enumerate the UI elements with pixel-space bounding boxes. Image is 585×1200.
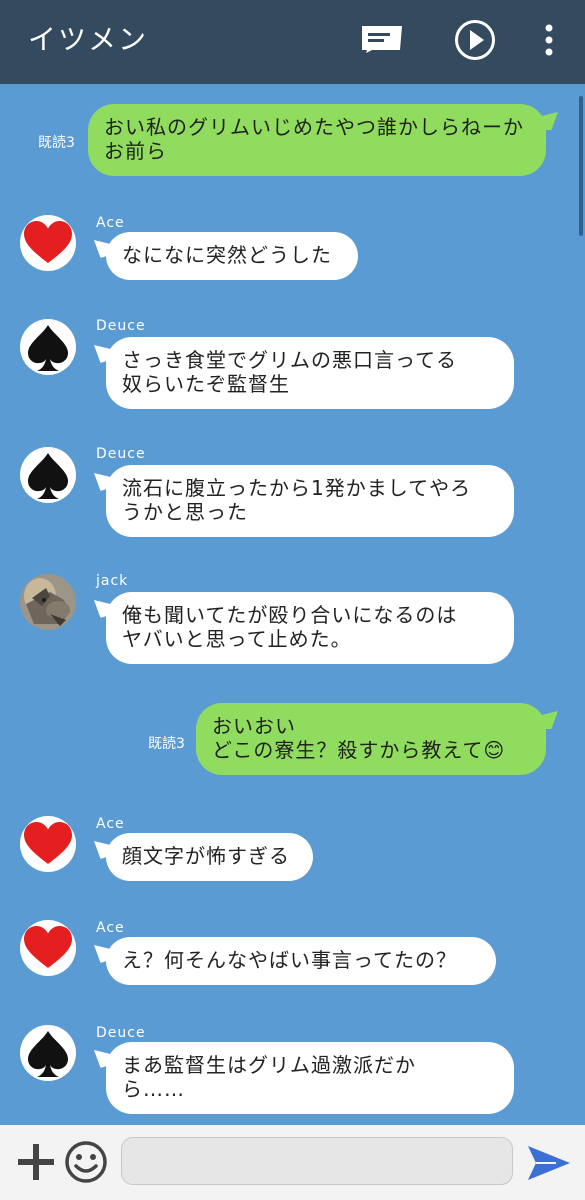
message-bubble[interactable]: 顔文字が怖すぎる [106,833,313,881]
spade-icon [28,453,68,499]
heart-icon [24,822,72,864]
message-row-outgoing: 既読3 おいおい どこの寮生？殺すから教えて😊 [0,703,585,783]
ace-avatar[interactable] [20,215,76,271]
sender-name: Deuce [96,1025,146,1041]
send-icon[interactable] [526,1143,572,1187]
message-bubble[interactable]: 流石に腹立ったから1発かましてやろ うかと思った [106,465,514,537]
play-icon[interactable] [453,18,497,66]
message-bubble[interactable]: え？何そんなやばい事言ってたの？ [106,937,496,985]
message-bubble[interactable]: まあ監督生はグリム過激派だか ら…… [106,1042,514,1114]
message-composer [0,1125,585,1200]
message-row-incoming: jack 俺も聞いてたが殴り合いになるのは ヤバいと思って止めた。 [0,573,585,674]
smiley-icon[interactable] [64,1140,108,1188]
chat-header: イツメン [0,0,585,84]
message-row-incoming: Deuce 流石に腹立ったから1発かましてやろ うかと思った [0,446,585,547]
deuce-avatar[interactable] [20,1025,76,1081]
message-bubble[interactable]: おいおい どこの寮生？殺すから教えて😊 [196,703,546,775]
spade-icon [28,325,68,371]
chat-title: イツメン [28,23,149,56]
wolf-photo [20,574,76,630]
message-bubble[interactable]: おい私のグリムいじめたやつ誰かしらねーか お前ら [88,104,546,176]
sender-name: Ace [96,215,125,231]
more-vert-icon[interactable] [543,24,555,60]
sender-name: Ace [96,920,125,936]
read-receipt: 既読3 [148,736,185,752]
sender-name: Deuce [96,318,146,334]
message-list[interactable]: 既読3 おい私のグリムいじめたやつ誰かしらねーか お前ら Ace なになに突然ど… [0,84,585,1125]
heart-icon [24,926,72,968]
deuce-avatar[interactable] [20,447,76,503]
message-bubble[interactable]: なになに突然どうした [106,232,358,280]
message-row-outgoing: 既読3 おい私のグリムいじめたやつ誰かしらねーか お前ら [0,104,585,179]
message-row-incoming: Ace なになに突然どうした [0,209,585,289]
jack-avatar[interactable] [20,574,76,630]
sender-name: jack [96,573,129,589]
deuce-avatar[interactable] [20,319,76,375]
sender-name: Deuce [96,446,146,462]
message-bubble[interactable]: さっき食堂でグリムの悪口言ってる 奴らいたぞ監督生 [106,337,514,409]
message-input[interactable] [121,1137,513,1185]
note-icon[interactable] [360,22,404,58]
sender-name: Ace [96,816,125,832]
message-bubble[interactable]: 俺も聞いてたが殴り合いになるのは ヤバいと思って止めた。 [106,592,514,664]
ace-avatar[interactable] [20,920,76,976]
message-row-incoming: Deuce さっき食堂でグリムの悪口言ってる 奴らいたぞ監督生 [0,318,585,419]
read-receipt: 既読3 [38,135,75,151]
plus-icon[interactable] [16,1142,56,1186]
ace-avatar[interactable] [20,816,76,872]
message-row-incoming: Deuce まあ監督生はグリム過激派だか ら…… [0,1025,585,1125]
message-row-incoming: Ace 顔文字が怖すぎる [0,816,585,886]
spade-icon [28,1031,68,1077]
message-row-incoming: Ace え？何そんなやばい事言ってたの？ [0,920,585,990]
heart-icon [24,221,72,263]
